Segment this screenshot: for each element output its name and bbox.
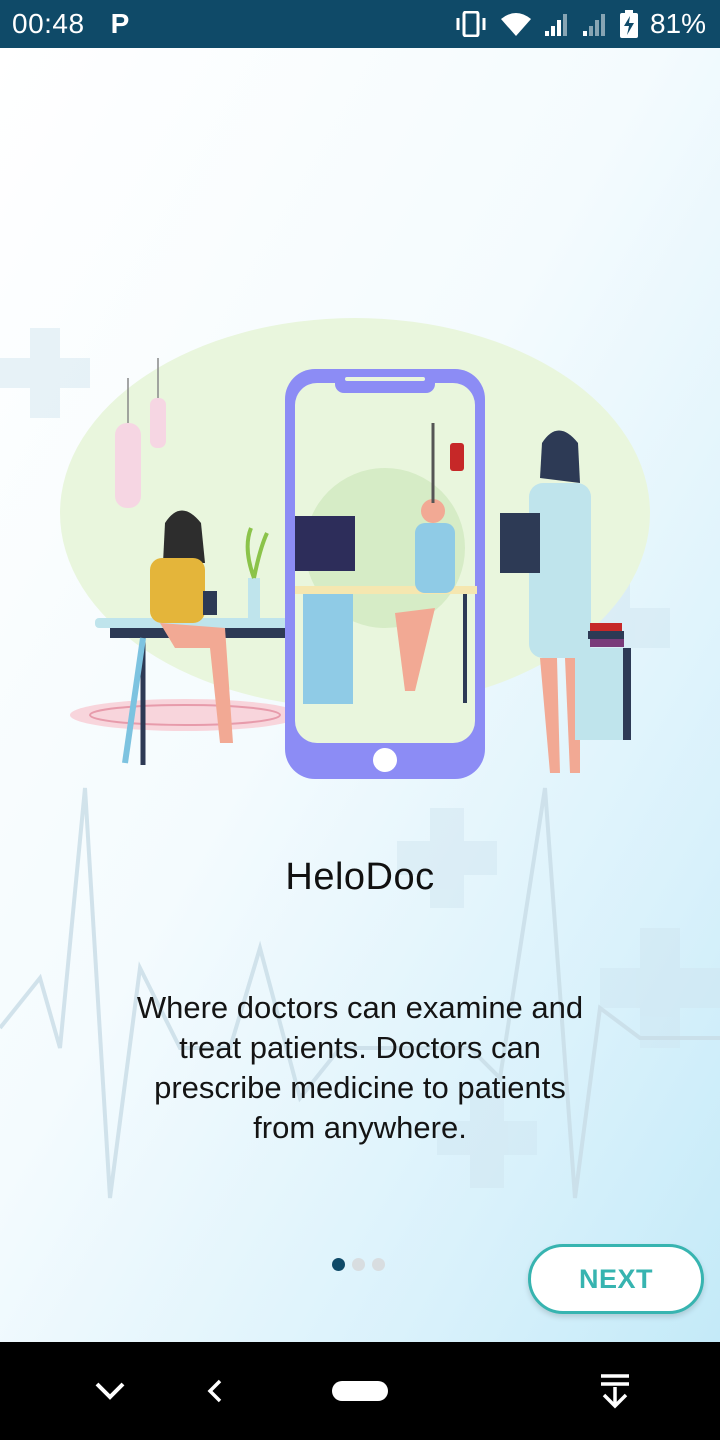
onboarding-screen: HeloDoc Where doctors can examine and tr… — [0, 48, 720, 1342]
app-title: HeloDoc — [285, 856, 435, 898]
signal-weak-icon — [582, 14, 605, 36]
notification-pull-button[interactable] — [585, 1342, 645, 1440]
status-right: 81% — [442, 8, 706, 40]
status-time: 00:48 — [12, 8, 85, 39]
home-button[interactable] — [320, 1342, 400, 1440]
vibrate-icon — [456, 11, 486, 37]
telemedicine-illustration — [60, 318, 650, 779]
home-pill-icon — [332, 1381, 388, 1401]
page-dot[interactable] — [352, 1258, 365, 1271]
app-description: Where doctors can examine and treat pati… — [136, 990, 584, 1145]
parking-p-icon: P — [110, 8, 130, 39]
chevron-down-icon — [95, 1382, 125, 1400]
next-button[interactable]: NEXT — [528, 1244, 704, 1314]
page-dot[interactable] — [372, 1258, 385, 1271]
back-button[interactable] — [190, 1342, 240, 1440]
signal-icon — [544, 14, 567, 36]
battery-percent: 81% — [649, 8, 706, 39]
navigation-bar — [0, 1342, 720, 1440]
wifi-icon — [500, 13, 531, 36]
download-icon — [601, 1374, 629, 1409]
back-icon — [207, 1379, 222, 1403]
status-left: 00:48 P — [12, 8, 129, 40]
page-dot-active[interactable] — [332, 1258, 345, 1271]
battery-charging-icon — [619, 10, 638, 38]
page-indicator — [332, 1258, 392, 1271]
status-bar: 00:48 P 81% — [0, 0, 720, 48]
hide-nav-button[interactable] — [80, 1342, 140, 1440]
